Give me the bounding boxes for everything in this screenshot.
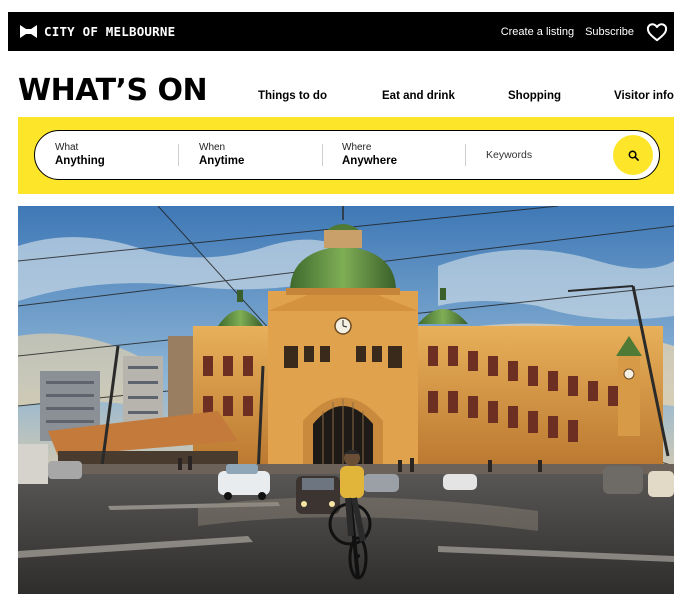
where-selector[interactable]: Where Anywhere [342, 131, 462, 179]
create-listing-link[interactable]: Create a listing [501, 26, 574, 38]
divider [465, 144, 466, 166]
flinders-street-station-illustration [18, 206, 674, 594]
when-label: When [199, 142, 226, 153]
when-value: Anytime [199, 155, 245, 167]
nav-eat-and-drink[interactable]: Eat and drink [382, 90, 455, 102]
brand-name: CITY OF MELBOURNE [44, 24, 176, 39]
keywords-input[interactable] [486, 144, 606, 166]
search-button[interactable] [613, 135, 653, 175]
top-bar: CITY OF MELBOURNE Create a listing Subsc… [8, 12, 674, 51]
divider [178, 144, 179, 166]
nav-visitor-info[interactable]: Visitor info [614, 90, 674, 102]
page-title: WHAT’S ON [18, 73, 208, 108]
search-band: What Anything When Anytime Where Anywher… [18, 117, 674, 194]
page-header: WHAT’S ON Things to do Eat and drink Sho… [18, 72, 674, 112]
divider [322, 144, 323, 166]
where-value: Anywhere [342, 155, 397, 167]
what-value: Anything [55, 155, 105, 167]
when-selector[interactable]: When Anytime [199, 131, 319, 179]
hero-image [18, 206, 674, 594]
nav-shopping[interactable]: Shopping [508, 90, 561, 102]
where-label: Where [342, 142, 372, 153]
brand-home-link[interactable]: CITY OF MELBOURNE [20, 24, 175, 39]
heart-icon[interactable] [646, 22, 668, 42]
what-label: What [55, 142, 79, 153]
subscribe-link[interactable]: Subscribe [585, 26, 634, 38]
search-icon [628, 150, 639, 161]
nav-things-to-do[interactable]: Things to do [258, 90, 327, 102]
what-selector[interactable]: What Anything [55, 131, 175, 179]
search-bar: What Anything When Anytime Where Anywher… [34, 130, 660, 180]
city-of-melbourne-logo-icon [20, 25, 37, 38]
